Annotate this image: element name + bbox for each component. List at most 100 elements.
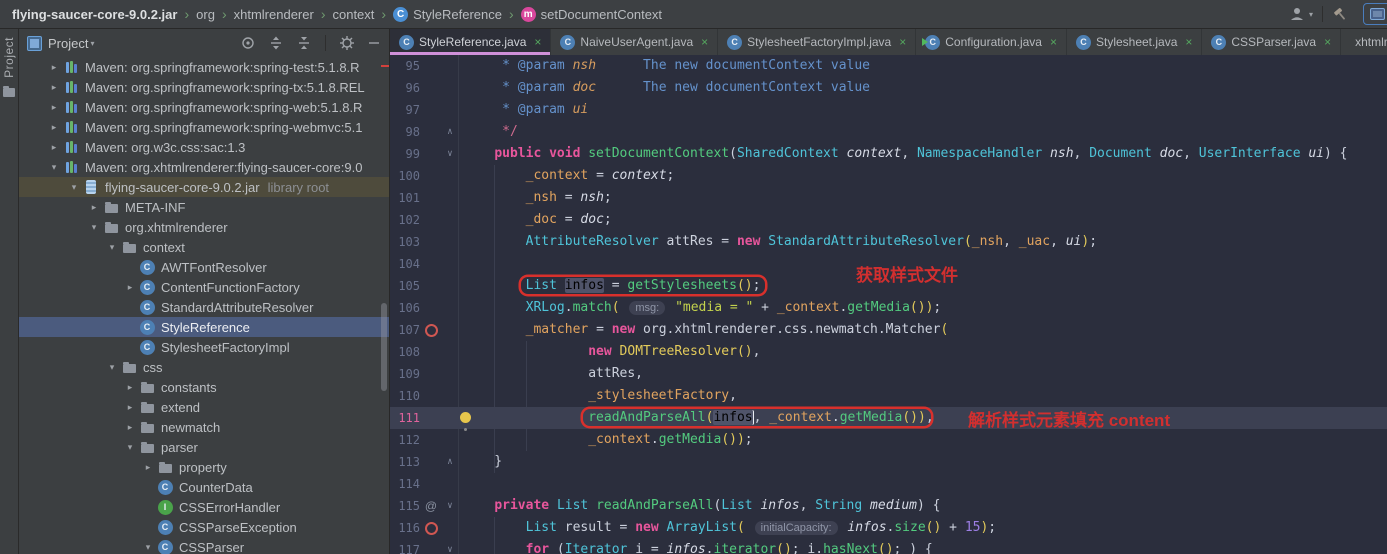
chevron-down-icon[interactable]: ▾ — [103, 242, 121, 253]
code-line-98[interactable]: 98∧ */ — [390, 121, 1387, 143]
chevron-right-icon[interactable]: ▸ — [45, 102, 63, 113]
close-icon[interactable]: × — [1185, 35, 1192, 49]
tree-item-standardattributeresolver[interactable]: CStandardAttributeResolver — [19, 297, 389, 317]
hide-panel-icon[interactable] — [367, 36, 381, 50]
chevron-right-icon[interactable]: ▸ — [85, 202, 103, 213]
close-icon[interactable]: × — [899, 35, 906, 49]
tab-stylesheetfactoryimpl-java[interactable]: CStylesheetFactoryImpl.java× — [718, 29, 916, 55]
fold-marker-icon[interactable]: ∧ — [442, 451, 458, 473]
chevron-right-icon[interactable]: ▸ — [121, 402, 139, 413]
breadcrumb-item-context[interactable]: context — [332, 7, 374, 22]
settings-gear-icon[interactable] — [339, 35, 355, 51]
intention-bulb-icon[interactable] — [460, 412, 471, 423]
chevron-right-icon[interactable]: ▸ — [45, 82, 63, 93]
expand-all-icon[interactable] — [268, 35, 284, 51]
chevron-down-icon[interactable]: ▾ — [45, 162, 63, 173]
chevron-right-icon[interactable]: ▸ — [45, 142, 63, 153]
chevron-right-icon[interactable]: ▸ — [121, 382, 139, 393]
collapse-all-icon[interactable] — [296, 35, 312, 51]
tree-item-maven-org-springframework-spring-webmvc-5-1[interactable]: ▸Maven: org.springframework:spring-webmv… — [19, 117, 389, 137]
tree-item-contentfunctionfactory[interactable]: ▸CContentFunctionFactory — [19, 277, 389, 297]
code-line-99[interactable]: 99∨ public void setDocumentContext(Share… — [390, 143, 1387, 165]
close-icon[interactable]: × — [534, 35, 541, 49]
tree-item-property[interactable]: ▸property — [19, 457, 389, 477]
code-line-116[interactable]: 116 List result = new ArrayList( initial… — [390, 517, 1387, 539]
user-account-button[interactable]: ▾ — [1289, 6, 1313, 22]
code-line-97[interactable]: 97 * @param ui — [390, 99, 1387, 121]
tab-naiveuseragent-java[interactable]: CNaiveUserAgent.java× — [551, 29, 718, 55]
chevron-down-icon[interactable]: ▾ — [103, 362, 121, 373]
annotation-gutter-icon[interactable]: @ — [420, 495, 442, 517]
tree-item-context[interactable]: ▾context — [19, 237, 389, 257]
tree-item-newmatch[interactable]: ▸newmatch — [19, 417, 389, 437]
tree-item-maven-org-xhtmlrenderer-flying-saucer-core-9-0[interactable]: ▾Maven: org.xhtmlrenderer:flying-saucer-… — [19, 157, 389, 177]
tree-item-counterdata[interactable]: CCounterData — [19, 477, 389, 497]
recursive-call-icon[interactable] — [420, 517, 442, 539]
code-line-115[interactable]: 115@∨ private List readAndParseAll(List … — [390, 495, 1387, 517]
chevron-right-icon[interactable]: ▸ — [121, 422, 139, 433]
code-line-102[interactable]: 102 _doc = doc; — [390, 209, 1387, 231]
recursive-call-icon[interactable] — [420, 319, 442, 341]
code-line-107[interactable]: 107 _matcher = new org.xhtmlrenderer.css… — [390, 319, 1387, 341]
chevron-down-icon[interactable]: ▾ — [65, 182, 83, 193]
chevron-down-icon[interactable]: ▾ — [139, 542, 157, 553]
breadcrumb-item-org[interactable]: org — [196, 7, 215, 22]
code-line-103[interactable]: 103 AttributeResolver attRes = new Stand… — [390, 231, 1387, 253]
code-line-106[interactable]: 106 XRLog.match( msg: "media = " + _cont… — [390, 297, 1387, 319]
tab-stylesheet-java[interactable]: CStylesheet.java× — [1067, 29, 1202, 55]
tree-item-stylereference[interactable]: CStyleReference — [19, 317, 389, 337]
chevron-down-icon[interactable]: ▾ — [85, 222, 103, 233]
run-configuration-select[interactable]: S — [1363, 3, 1387, 25]
tree-item-csserrorhandler[interactable]: ICSSErrorHandler — [19, 497, 389, 517]
tab-cssparser-java[interactable]: CCSSParser.java× — [1202, 29, 1341, 55]
project-stripe-tab[interactable]: Project — [2, 37, 16, 78]
code-line-95[interactable]: 95 * @param nsh The new documentContext … — [390, 55, 1387, 77]
chevron-down-icon[interactable]: ▾ — [90, 39, 94, 48]
chevron-right-icon[interactable]: ▸ — [139, 462, 157, 473]
tree-scrollbar[interactable] — [381, 303, 387, 391]
tree-item-maven-org-w3c-css-sac-1-3[interactable]: ▸Maven: org.w3c.css:sac:1.3 — [19, 137, 389, 157]
code-line-113[interactable]: 113∧ } — [390, 451, 1387, 473]
tree-item-maven-org-springframework-spring-web-5-1-8-r[interactable]: ▸Maven: org.springframework:spring-web:5… — [19, 97, 389, 117]
code-line-111[interactable]: 111 readAndParseAll(infos, _context.getM… — [390, 407, 1387, 429]
tree-item-parser[interactable]: ▾parser — [19, 437, 389, 457]
breadcrumb-item-flying-saucer-core-9-0-2-jar[interactable]: flying-saucer-core-9.0.2.jar — [12, 7, 177, 22]
breadcrumb-item-setdocumentcontext[interactable]: setDocumentContext — [541, 7, 662, 22]
close-icon[interactable]: × — [1324, 35, 1331, 49]
tree-item-css[interactable]: ▾css — [19, 357, 389, 377]
fold-marker-icon[interactable]: ∨ — [442, 143, 458, 165]
breadcrumb-item-xhtmlrenderer[interactable]: xhtmlrenderer — [234, 7, 314, 22]
close-icon[interactable]: × — [701, 35, 708, 49]
code-line-112[interactable]: 112 _context.getMedia()); — [390, 429, 1387, 451]
project-panel-title[interactable]: Project — [48, 36, 88, 51]
chevron-right-icon[interactable]: ▸ — [45, 62, 63, 73]
code-line-96[interactable]: 96 * @param doc The new documentContext … — [390, 77, 1387, 99]
tab-stylereference-java[interactable]: CStyleReference.java× — [390, 29, 551, 55]
tree-item-extend[interactable]: ▸extend — [19, 397, 389, 417]
code-line-109[interactable]: 109 attRes, — [390, 363, 1387, 385]
chevron-right-icon[interactable]: ▸ — [45, 122, 63, 133]
locate-icon[interactable] — [240, 35, 256, 51]
fold-marker-icon[interactable]: ∨ — [442, 495, 458, 517]
code-line-100[interactable]: 100 _context = context; — [390, 165, 1387, 187]
tree-item-cssparseexception[interactable]: CCSSParseException — [19, 517, 389, 537]
tree-item-stylesheetfactoryimpl[interactable]: CStylesheetFactoryImpl — [19, 337, 389, 357]
code-editor[interactable]: 95 * @param nsh The new documentContext … — [390, 55, 1387, 554]
code-line-117[interactable]: 117∨ for (Iterator i = infos.iterator();… — [390, 539, 1387, 554]
close-icon[interactable]: × — [1050, 35, 1057, 49]
tree-item-maven-org-springframework-spring-test-5-1-8-r[interactable]: ▸Maven: org.springframework:spring-test:… — [19, 57, 389, 77]
breadcrumb-item-stylereference[interactable]: StyleReference — [413, 7, 502, 22]
build-button[interactable] — [1332, 6, 1349, 23]
tree-item-maven-org-springframework-spring-tx-5-1-8-rel[interactable]: ▸Maven: org.springframework:spring-tx:5.… — [19, 77, 389, 97]
tab-xhtmlrendere[interactable]: xhtmlrendere — [1341, 29, 1387, 55]
tree-item-meta-inf[interactable]: ▸META-INF — [19, 197, 389, 217]
tree-item-flying-saucer-core-9-0-2-jar[interactable]: ▾flying-saucer-core-9.0.2.jarlibrary roo… — [19, 177, 389, 197]
tab-configuration-java[interactable]: CConfiguration.java× — [916, 29, 1067, 55]
fold-marker-icon[interactable]: ∧ — [442, 121, 458, 143]
code-line-101[interactable]: 101 _nsh = nsh; — [390, 187, 1387, 209]
tree-item-awtfontresolver[interactable]: CAWTFontResolver — [19, 257, 389, 277]
tree-item-cssparser[interactable]: ▾CCSSParser — [19, 537, 389, 554]
code-line-110[interactable]: 110 _stylesheetFactory, — [390, 385, 1387, 407]
fold-marker-icon[interactable]: ∨ — [442, 539, 458, 554]
code-line-114[interactable]: 114 — [390, 473, 1387, 495]
